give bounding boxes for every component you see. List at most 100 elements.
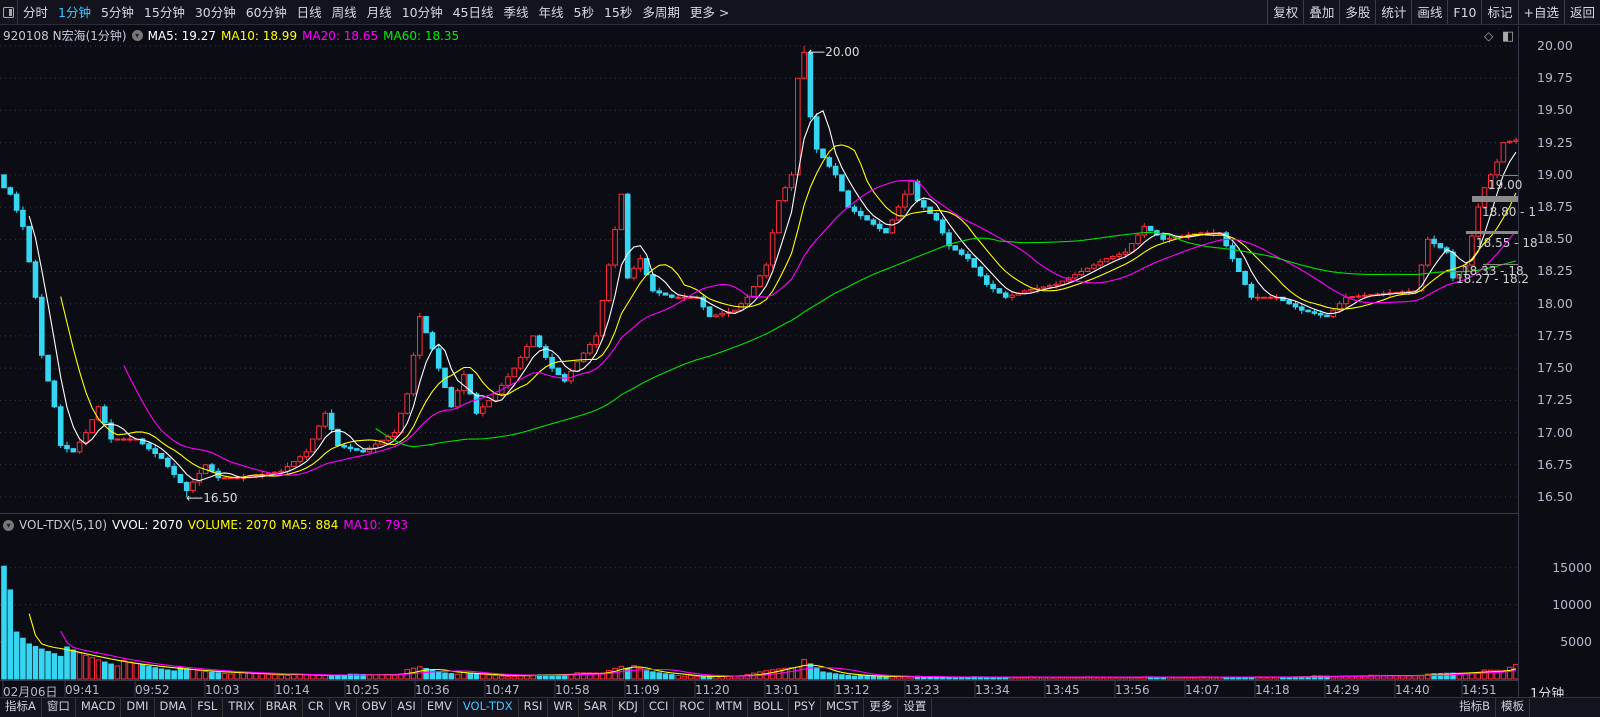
- volume-bar: [253, 673, 259, 680]
- indicator-tab[interactable]: DMI: [121, 698, 155, 717]
- volume-bar: [832, 673, 839, 680]
- candle-body: [921, 200, 927, 208]
- time-tick-label: 09:41: [65, 683, 100, 697]
- candle-body: [858, 210, 864, 217]
- candle-body: [297, 456, 303, 463]
- volume-bar: [127, 661, 133, 680]
- indicator-tab[interactable]: FSL: [192, 698, 224, 717]
- ma5-line: [28, 110, 1517, 482]
- indicator-tab[interactable]: EMV: [422, 698, 458, 717]
- volume-bar: [908, 676, 915, 680]
- indicator-tab[interactable]: OBV: [357, 698, 393, 717]
- candle-body: [719, 312, 726, 316]
- indicator-tab[interactable]: CR: [303, 698, 330, 717]
- candle-body: [278, 470, 284, 473]
- volume-bar: [656, 672, 663, 680]
- volume-bar: [1362, 676, 1368, 680]
- indicator-tab[interactable]: 模板: [1496, 698, 1530, 717]
- candle-body: [977, 266, 984, 277]
- candle-body: [517, 356, 524, 369]
- indicator-tab[interactable]: ROC: [674, 698, 711, 717]
- indicator-tab[interactable]: BRAR: [261, 698, 303, 717]
- volume-bar: [870, 675, 877, 680]
- volume-bar: [158, 668, 165, 680]
- indicator-tab[interactable]: MTM: [710, 698, 749, 717]
- volume-bar: [826, 672, 833, 680]
- indicator-tab[interactable]: 指标B: [1454, 698, 1496, 717]
- candle-body: [335, 428, 341, 446]
- candle-body: [1267, 296, 1274, 299]
- candle-body: [1, 174, 7, 189]
- candle-body: [826, 157, 833, 167]
- volume-bar: [1, 565, 7, 680]
- indicator-tab[interactable]: ASI: [392, 698, 422, 717]
- indicator-tab[interactable]: BOLL: [748, 698, 789, 717]
- toolbar-button[interactable]: +自选: [1517, 0, 1564, 25]
- candle-body: [1355, 295, 1362, 298]
- candle-body: [1286, 299, 1293, 305]
- volume-bar: [83, 654, 89, 680]
- indicator-tab[interactable]: MCST: [821, 698, 865, 717]
- candle-body: [952, 245, 959, 251]
- volume-bar: [246, 672, 253, 680]
- volume-bar: [95, 659, 102, 680]
- volume-bar: [265, 673, 272, 680]
- range-label: 19.00: [1488, 178, 1523, 192]
- indicator-tab[interactable]: 指标A: [0, 698, 42, 717]
- indicator-tab[interactable]: VR: [330, 698, 357, 717]
- candlestick-chart[interactable]: [0, 0, 1518, 697]
- candle-body: [423, 316, 429, 334]
- volume-bar: [228, 673, 234, 680]
- candle-body: [782, 187, 789, 202]
- candle-body: [1160, 234, 1167, 240]
- candle-body: [1078, 270, 1085, 276]
- volume-bar: [133, 662, 140, 680]
- candle-body: [839, 174, 845, 192]
- indicator-tab[interactable]: CCI: [644, 698, 675, 717]
- candle-body: [1028, 289, 1034, 292]
- toolbar-button[interactable]: 返回: [1563, 0, 1600, 25]
- time-tick-label: 13:12: [835, 683, 870, 697]
- volume-bar: [1015, 676, 1022, 680]
- high-value: 20.00: [825, 45, 860, 59]
- candle-body: [1009, 294, 1015, 298]
- indicator-tab[interactable]: VOL-TDX: [458, 698, 519, 717]
- volume-bar: [139, 664, 146, 680]
- candle-body: [662, 292, 669, 296]
- candle-body: [102, 406, 108, 424]
- indicator-tab[interactable]: DMA: [155, 698, 193, 717]
- indicator-tab[interactable]: RSI: [519, 698, 549, 717]
- candle-body: [618, 193, 625, 231]
- indicator-tab[interactable]: PSY: [789, 698, 822, 717]
- price-tick-label: 19.00: [1537, 166, 1573, 182]
- indicator-tab[interactable]: TRIX: [223, 698, 261, 717]
- volume-bar: [435, 671, 442, 680]
- vvol-value: VVOL: 2070: [112, 518, 183, 532]
- candle-body: [51, 380, 58, 408]
- indicator-tab[interactable]: SAR: [579, 698, 614, 717]
- candle-body: [461, 374, 467, 392]
- candle-body: [429, 332, 436, 350]
- candle-body: [795, 77, 801, 176]
- indicator-tab[interactable]: 设置: [898, 698, 933, 717]
- indicator-tab[interactable]: KDJ: [613, 698, 644, 717]
- volume-bar: [316, 674, 322, 680]
- candle-body: [480, 406, 486, 414]
- indicator-tab[interactable]: MACD: [76, 698, 122, 717]
- candle-body: [958, 249, 965, 255]
- volume-bar: [788, 667, 795, 680]
- volume-bar: [1135, 677, 1141, 680]
- indicator-tab[interactable]: 窗口: [42, 698, 76, 717]
- range-label: 18.80 - 1: [1482, 205, 1536, 219]
- indicator-tab[interactable]: WR: [548, 698, 579, 717]
- price-tick-label: 17.75: [1537, 327, 1573, 343]
- candle-body: [813, 116, 820, 150]
- candle-body: [757, 275, 763, 288]
- indicator-tab[interactable]: 更多: [864, 698, 899, 717]
- candle-body: [1299, 306, 1305, 311]
- chevron-down-icon[interactable]: ▾: [3, 519, 14, 531]
- candle-body: [511, 367, 518, 378]
- volume-bar: [341, 675, 347, 680]
- volume-tick-label: 5000: [1560, 633, 1592, 649]
- range-bar: [1466, 231, 1518, 234]
